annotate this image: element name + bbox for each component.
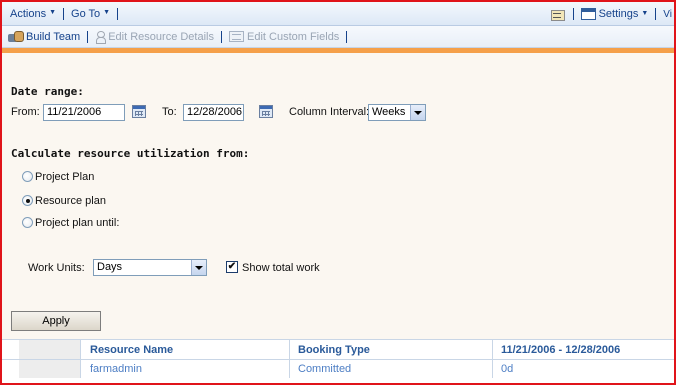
view-menu-truncated[interactable]: Vi — [663, 9, 674, 20]
radio-project-plan-until[interactable] — [22, 217, 33, 228]
edit-resource-details-label: Edit Resource Details — [108, 30, 214, 43]
from-calendar-icon[interactable] — [132, 105, 146, 118]
to-date-input[interactable]: 12/28/2006 — [183, 104, 244, 121]
build-team-button[interactable]: Build Team — [8, 30, 80, 43]
column-interval-select[interactable]: Weeks — [368, 104, 426, 121]
settings-menu-label: Settings — [598, 8, 639, 20]
goto-menu-label: Go To — [71, 7, 101, 20]
to-calendar-icon[interactable] — [259, 105, 273, 118]
chevron-down-icon: ▼ — [49, 9, 57, 16]
toolbar-divider — [346, 30, 348, 43]
date-range-heading: Date range: — [11, 85, 84, 98]
actions-menu[interactable]: Actions ▼ — [10, 8, 56, 20]
work-units-value: Days — [97, 261, 123, 273]
chevron-down-icon — [410, 105, 425, 120]
toolbar-divider — [572, 8, 574, 20]
goto-menu[interactable]: Go To ▼ — [71, 8, 110, 20]
table-row[interactable]: farmadmin Committed 0d — [2, 360, 674, 378]
settings-window-icon — [580, 8, 596, 20]
radio-resource-plan-label: Resource plan — [35, 195, 106, 207]
cell-booking-type: Committed — [298, 363, 352, 375]
to-label: To: — [162, 106, 177, 118]
work-units-select[interactable]: Days — [93, 259, 207, 276]
from-label: From: — [11, 106, 40, 118]
column-header-booking-type[interactable]: Booking Type — [289, 340, 492, 359]
edit-resource-details-button[interactable]: Edit Resource Details — [95, 30, 214, 44]
menu-toolbar: Actions ▼ Go To ▼ Settings ▼ Vi — [2, 2, 674, 26]
options-panel: Date range: From: 11/21/2006 To: 12/28/2… — [2, 53, 674, 339]
column-interval-label: Column Interval: — [289, 106, 370, 118]
toolbar-divider — [221, 30, 222, 43]
from-date-input[interactable]: 11/21/2006 — [43, 104, 125, 121]
show-total-work-checkbox[interactable]: ✔ — [226, 261, 238, 273]
row-selector-header — [19, 340, 81, 359]
toolbar-divider — [63, 7, 65, 20]
cell-work-total: 0d — [501, 363, 514, 375]
edit-custom-fields-label: Edit Custom Fields — [247, 30, 340, 43]
resource-grid: Resource Name Booking Type 11/21/2006 - … — [2, 339, 674, 378]
column-interval-value: Weeks — [372, 106, 406, 118]
toolbar-divider — [655, 8, 657, 20]
column-header-resource-name[interactable]: Resource Name — [81, 340, 289, 359]
radio-project-plan-until-label: Project plan until: — [35, 217, 120, 229]
action-toolbar: Build Team Edit Resource Details Edit Cu… — [2, 26, 674, 48]
view-options-icon[interactable] — [550, 8, 566, 21]
utilization-heading: Calculate resource utilization from: — [11, 147, 250, 160]
resource-icon — [95, 30, 107, 44]
edit-custom-fields-button[interactable]: Edit Custom Fields — [229, 31, 339, 43]
work-units-label: Work Units: — [28, 262, 85, 274]
chevron-down-icon — [191, 260, 206, 275]
row-selector[interactable] — [19, 360, 81, 378]
actions-menu-label: Actions — [10, 7, 47, 20]
toolbar-divider — [87, 30, 89, 43]
radio-project-plan-label: Project Plan — [35, 171, 95, 183]
chevron-down-icon: ▼ — [641, 9, 649, 17]
radio-project-plan[interactable] — [22, 171, 33, 182]
cell-resource-name: farmadmin — [90, 363, 142, 375]
chevron-down-icon: ▼ — [103, 9, 111, 16]
custom-fields-icon — [229, 31, 244, 42]
apply-button[interactable]: Apply — [11, 311, 101, 331]
settings-menu[interactable]: Settings ▼ — [580, 8, 649, 20]
column-header-date-range[interactable]: 11/21/2006 - 12/28/2006 — [492, 340, 674, 359]
grid-header-row: Resource Name Booking Type 11/21/2006 - … — [2, 340, 674, 360]
show-total-work-label: Show total work — [242, 262, 320, 274]
toolbar-right-group: Settings ▼ Vi — [550, 2, 674, 26]
build-team-label: Build Team — [26, 30, 81, 43]
toolbar-divider — [117, 7, 119, 20]
radio-resource-plan[interactable] — [22, 195, 33, 206]
project-center-frame: Actions ▼ Go To ▼ Settings ▼ Vi Build Te… — [0, 0, 676, 385]
build-team-icon — [8, 30, 24, 43]
